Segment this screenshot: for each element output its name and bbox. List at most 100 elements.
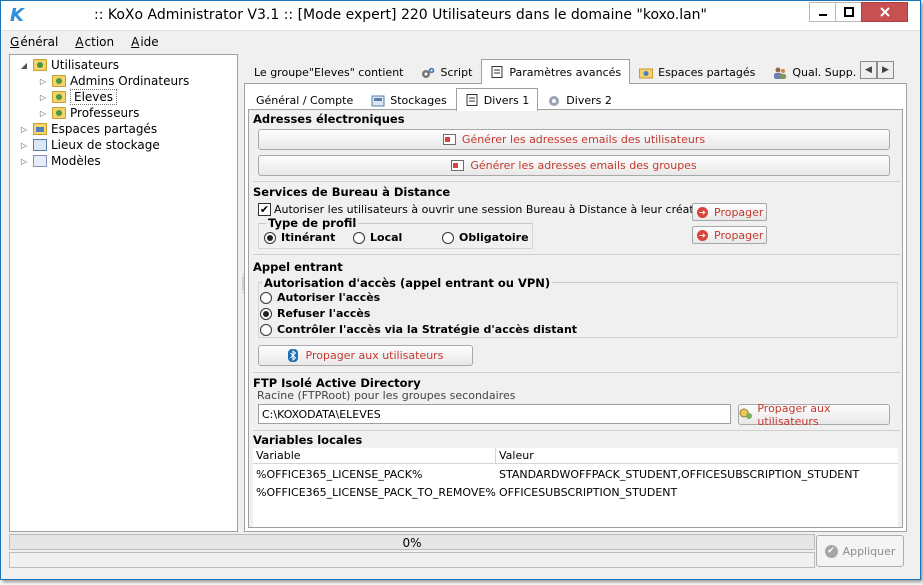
profile-itinerant-radio[interactable]: Itinérant: [264, 231, 335, 244]
tab-script[interactable]: Script: [412, 61, 481, 83]
tab-stockages[interactable]: Stockages: [362, 90, 455, 110]
generate-group-emails-button[interactable]: Générer les adresses emails des groupes: [258, 155, 890, 176]
maximize-button[interactable]: [835, 2, 862, 22]
cell-value: STANDARDWOFFPACK_STUDENT,OFFICESUBSCRIPT…: [499, 468, 860, 481]
control-access-radio[interactable]: Contrôler l'accès via la Stratégie d'acc…: [260, 323, 577, 336]
tab-divers-2[interactable]: Divers 2: [538, 90, 621, 110]
minimize-button[interactable]: [809, 2, 836, 22]
profile-obligatoire-radio[interactable]: Obligatoire: [442, 231, 529, 244]
column-valeur[interactable]: Valeur: [496, 448, 898, 463]
tree-node-lieux-de-stockage[interactable]: ▷ Lieux de stockage: [19, 137, 160, 153]
menu-action[interactable]: Action: [74, 35, 116, 49]
profile-type-title: Type de profil: [266, 216, 359, 230]
ftp-section: FTP Isolé Active Directory: [253, 376, 900, 390]
menu-general[interactable]: Général: [9, 35, 60, 49]
collapse-arrow-icon[interactable]: ◢: [19, 61, 29, 70]
tab-scroll-arrows: ◀ ▶: [860, 61, 894, 79]
close-button[interactable]: [861, 2, 908, 22]
email-card-icon: [451, 160, 465, 171]
tab-label: Divers 2: [566, 94, 612, 107]
tree-node-label-selected: Eleves: [70, 89, 118, 105]
tab-scroll-right-button[interactable]: ▶: [877, 61, 894, 79]
storage-icon: [33, 139, 47, 151]
radio-unselected-icon: [260, 291, 272, 304]
splitter-handle[interactable]: ⋮ ⋮ ⋮ ⋮: [239, 274, 247, 316]
divider: [253, 372, 900, 373]
navigation-tree[interactable]: ◢ Utilisateurs ▷ Admins Ordinateurs ▷ El…: [9, 54, 238, 532]
users-folder-icon: [52, 91, 66, 103]
menu-general-rest: énéral: [20, 35, 59, 49]
radio-label: Itinérant: [281, 231, 336, 244]
section-title: FTP Isolé Active Directory: [253, 376, 421, 390]
expand-arrow-icon[interactable]: ▷: [38, 109, 48, 118]
divider: [253, 430, 900, 431]
tree-node-utilisateurs[interactable]: ◢ Utilisateurs: [19, 57, 119, 73]
gears-icon: [422, 67, 435, 78]
deny-access-radio[interactable]: Refuser l'accès: [260, 307, 370, 320]
allow-rds-checkbox[interactable]: ✔ Autoriser les utilisateurs à ouvrir un…: [258, 203, 710, 216]
tree-node-eleves[interactable]: ▷ Eleves: [38, 89, 118, 105]
title-bar[interactable]: K :: KoXo Administrator V3.1 :: [Mode ex…: [1, 1, 920, 31]
profile-local-radio[interactable]: Local: [353, 231, 402, 244]
close-icon: [879, 7, 890, 17]
divers-1-content: Adresses électroniques Générer les adres…: [248, 109, 903, 528]
expand-arrow-icon[interactable]: ▷: [38, 77, 48, 86]
locals-section: Variables locales: [253, 433, 900, 447]
propagate-profile-button[interactable]: ➔ Propager: [692, 226, 767, 244]
gear-icon: [549, 95, 560, 106]
generate-user-emails-button[interactable]: Générer les adresses emails des utilisat…: [258, 129, 890, 150]
menu-aide[interactable]: Aide: [130, 35, 161, 49]
table-row[interactable]: %OFFICE365_LICENSE_PACK% STANDARDWOFFPAC…: [253, 466, 898, 483]
main-window: K :: KoXo Administrator V3.1 :: [Mode ex…: [0, 0, 921, 580]
access-permission-title: Autorisation d'accès (appel entrant ou V…: [262, 276, 553, 290]
tree-node-professeurs[interactable]: ▷ Professeurs: [38, 105, 139, 121]
propagate-dialin-button[interactable]: Propager aux utilisateurs: [258, 345, 473, 366]
cell-variable: %OFFICE365_LICENSE_PACK_TO_REMOVE%: [256, 486, 496, 499]
arrow-right-circle-icon: ➔: [697, 229, 708, 241]
radio-selected-icon: [264, 231, 276, 244]
apply-button[interactable]: ✔ Appliquer: [816, 535, 904, 567]
tab-scroll-left-button[interactable]: ◀: [860, 61, 877, 79]
users-folder-icon: [52, 75, 66, 87]
locals-grid[interactable]: Variable Valeur %OFFICE365_LICENSE_PACK%…: [253, 448, 898, 527]
menu-aide-rest: ide: [140, 35, 159, 49]
expand-arrow-icon[interactable]: ▷: [19, 157, 29, 166]
tree-node-admins-ordinateurs[interactable]: ▷ Admins Ordinateurs: [38, 73, 189, 89]
templates-icon: [33, 155, 47, 167]
tree-node-espaces-partages[interactable]: ▷ Espaces partagés: [19, 121, 157, 137]
button-label: Appliquer: [842, 544, 896, 558]
minimize-icon: [818, 14, 827, 16]
tree-node-label: Modèles: [51, 154, 101, 168]
expand-arrow-icon[interactable]: ▷: [19, 141, 29, 150]
email-card-icon: [442, 134, 456, 145]
table-row[interactable]: %OFFICE365_LICENSE_PACK_TO_REMOVE% OFFIC…: [253, 484, 898, 501]
ftp-root-input[interactable]: [258, 404, 731, 424]
expand-arrow-icon[interactable]: ▷: [38, 93, 48, 102]
cell-value: OFFICESUBSCRIPTION_STUDENT: [499, 486, 678, 499]
tree-node-label: Admins Ordinateurs: [70, 74, 190, 88]
tab-label: Stockages: [390, 94, 447, 107]
radio-label: Obligatoire: [459, 231, 529, 244]
column-variable[interactable]: Variable: [253, 448, 496, 463]
tab-divers-1[interactable]: Divers 1: [455, 88, 539, 111]
button-label: Générer les adresses emails des groupes: [470, 159, 697, 172]
allow-access-radio[interactable]: Autoriser l'accès: [260, 291, 380, 304]
tab-qual-supp[interactable]: Qual. Supp.: [764, 61, 865, 83]
button-label: Propager aux utilisateurs: [757, 401, 831, 428]
tab-general-compte[interactable]: Général / Compte: [247, 90, 362, 110]
section-title: Appel entrant: [253, 260, 343, 274]
tab-espaces-partages[interactable]: Espaces partagés: [630, 61, 764, 83]
radio-label: Autoriser l'accès: [277, 291, 381, 304]
tree-node-label: Utilisateurs: [51, 58, 119, 72]
sub-tab-strip: Général / Compte Stockages Divers 1 Dive…: [245, 88, 621, 111]
window-title: :: KoXo Administrator V3.1 :: [Mode expe…: [93, 7, 707, 23]
checkbox-checked-icon: ✔: [258, 203, 271, 216]
tab-group-contains[interactable]: Le groupe"Eleves" contient: [245, 61, 412, 83]
share-icon: [639, 68, 654, 78]
tree-node-modeles[interactable]: ▷ Modèles: [19, 153, 101, 169]
propagate-ftp-button[interactable]: Propager aux utilisateurs: [738, 401, 890, 428]
expand-arrow-icon[interactable]: ▷: [19, 125, 29, 134]
users-icon: [774, 67, 787, 79]
propagate-rds-button[interactable]: ➔ Propager: [692, 203, 767, 221]
tab-parametres-avances[interactable]: Paramètres avancés: [481, 59, 631, 84]
